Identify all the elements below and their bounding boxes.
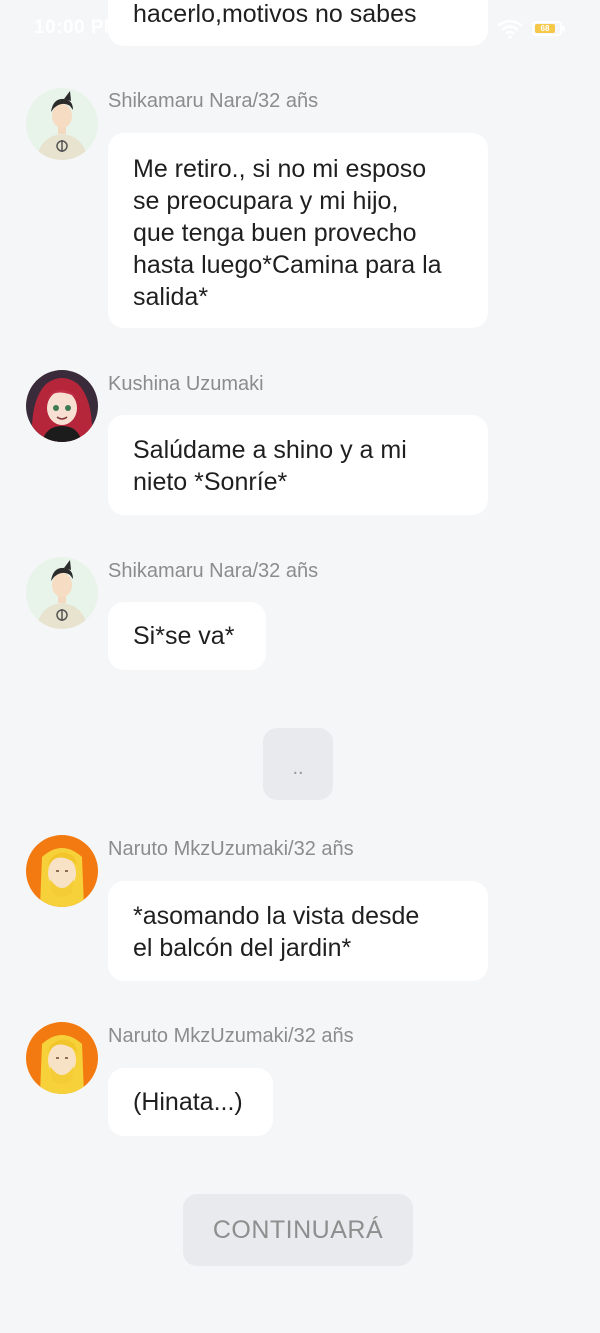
sender-name: Shikamaru Nara/32 añs (108, 90, 319, 112)
sender-name: Shikamaru Nara/32 añs (108, 560, 319, 582)
chat-screen: hacerlo,motivos no sabes 10:00 PM 68 Shi… (0, 0, 600, 1333)
status-bar: 10:00 PM 68 (0, 0, 600, 56)
message-bubble: Salúdame a shino y a mi nieto *Sonríe* (108, 415, 488, 515)
typing-indicator: .. (263, 728, 333, 800)
kushina-avatar[interactable] (26, 370, 98, 442)
sender-name: Naruto MkzUzumaki/32 añs (108, 1025, 354, 1047)
shikamaru-avatar[interactable] (26, 557, 98, 629)
naruto-avatar[interactable] (26, 835, 98, 907)
sender-name: Naruto MkzUzumaki/32 añs (108, 838, 354, 860)
message-bubble: (Hinata...) (108, 1068, 273, 1136)
message-bubble: Si*se va* (108, 602, 266, 670)
battery-icon: 68 (532, 21, 565, 36)
message-bubble: *asomando la vista desde el balcón del j… (108, 881, 488, 981)
status-time: 10:00 PM (34, 17, 121, 38)
sender-name: Kushina Uzumaki (108, 373, 264, 395)
naruto-avatar[interactable] (26, 1022, 98, 1094)
shikamaru-avatar[interactable] (26, 88, 98, 160)
continue-button[interactable]: CONTINUARÁ (183, 1194, 413, 1266)
message-bubble: Me retiro., si no mi esposo se preocupar… (108, 133, 488, 328)
battery-level: 68 (535, 24, 555, 33)
wifi-icon (497, 19, 523, 39)
